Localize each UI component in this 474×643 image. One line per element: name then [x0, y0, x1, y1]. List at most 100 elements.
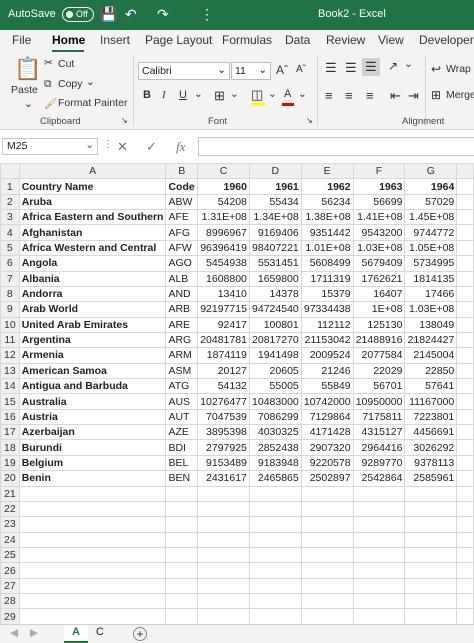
cell-e[interactable]: 2502897	[300, 470, 354, 487]
cell-a[interactable]	[18, 485, 167, 502]
cell-d[interactable]	[248, 531, 302, 548]
formula-input[interactable]	[198, 137, 474, 156]
row-header[interactable]: 15	[0, 393, 20, 410]
cell-c[interactable]: 1608800	[197, 270, 250, 287]
font-color-icon[interactable]: A	[284, 88, 291, 100]
cell-e[interactable]: 4171428	[300, 424, 354, 441]
cell-f[interactable]: 56699	[352, 193, 406, 211]
fill-color-dropdown-icon[interactable]: ⌄	[268, 88, 277, 100]
cell-g[interactable]	[404, 593, 458, 610]
row-header[interactable]: 22	[0, 500, 20, 518]
cell-c[interactable]: 2431617	[197, 470, 250, 487]
cell-f[interactable]	[352, 516, 406, 533]
cell-a[interactable]: Africa Eastern and Southern	[18, 209, 167, 226]
cell-b[interactable]	[165, 577, 199, 595]
underline-icon[interactable]: U	[179, 89, 187, 101]
tab-home[interactable]: Home	[52, 33, 85, 47]
orientation-dropdown-icon[interactable]: ⌄	[404, 58, 413, 70]
cell-b[interactable]: ARB	[165, 301, 199, 318]
cell-e[interactable]: 10742000	[300, 393, 354, 410]
cell-d[interactable]: 55434	[248, 193, 302, 211]
cell-e[interactable]: 5608499	[300, 255, 354, 272]
cell-h[interactable]	[456, 331, 474, 349]
cell-c[interactable]: 1.31E+08	[197, 209, 250, 226]
cell-c[interactable]: 3895398	[197, 424, 250, 441]
row-header[interactable]: 11	[0, 331, 20, 349]
font-color-dropdown-icon[interactable]: ⌄	[298, 88, 307, 100]
row-header[interactable]: 14	[0, 378, 20, 395]
cell-d[interactable]: 9169406	[248, 224, 302, 241]
tab-review[interactable]: Review	[326, 33, 365, 47]
formula-options-icon[interactable]: ⋮	[103, 139, 113, 150]
align-right-icon[interactable]: ≡	[366, 88, 374, 103]
cell-f[interactable]: 22029	[352, 362, 406, 380]
cell-c[interactable]	[197, 531, 250, 548]
cell-c[interactable]: 13410	[197, 285, 250, 303]
cell-g[interactable]: 4456691	[404, 424, 458, 441]
cell-a[interactable]	[18, 546, 167, 564]
cell-h[interactable]	[456, 408, 474, 426]
cell-a[interactable]: Angola	[18, 255, 167, 272]
cell-f[interactable]: 4315127	[352, 424, 406, 441]
fill-color-icon[interactable]: ◫	[251, 87, 263, 103]
cell-a[interactable]	[18, 531, 167, 548]
increase-font-icon[interactable]: Aˆ	[276, 63, 288, 77]
cell-b[interactable]: ARG	[165, 331, 199, 349]
tab-data[interactable]: Data	[285, 33, 310, 47]
cell-e[interactable]: 7129864	[300, 408, 354, 426]
cell-c[interactable]: 54208	[197, 193, 250, 211]
scroll-sheets-left-icon[interactable]: ◀	[10, 627, 18, 639]
cell-e[interactable]: 1962	[300, 178, 354, 195]
cell-a[interactable]: Benin	[18, 470, 167, 487]
row-header[interactable]: 19	[0, 454, 20, 472]
cell-e[interactable]	[300, 531, 354, 548]
cell-c[interactable]: 54132	[197, 378, 250, 395]
cell-c[interactable]: 20127	[197, 362, 250, 380]
cell-f[interactable]: 1E+08	[352, 301, 406, 318]
cell-f[interactable]: 16407	[352, 285, 406, 303]
cell-a[interactable]	[18, 500, 167, 518]
cell-f[interactable]	[352, 577, 406, 595]
cell-f[interactable]	[352, 608, 406, 624]
tab-developer[interactable]: Developer	[419, 33, 474, 47]
cell-e[interactable]: 2009524	[300, 347, 354, 364]
cell-b[interactable]: AFG	[165, 224, 199, 241]
cell-d[interactable]: 5531451	[248, 255, 302, 272]
cell-a[interactable]: Argentina	[18, 331, 167, 349]
cell-h[interactable]	[456, 393, 474, 410]
cell-b[interactable]	[165, 485, 199, 502]
cell-d[interactable]	[248, 500, 302, 518]
cell-e[interactable]	[300, 562, 354, 579]
tab-page-layout[interactable]: Page Layout	[145, 33, 212, 47]
cell-f[interactable]: 1.03E+08	[352, 239, 406, 257]
row-header[interactable]: 27	[0, 577, 20, 595]
cell-h[interactable]	[456, 454, 474, 472]
name-box[interactable]: M25 ⌄	[2, 138, 98, 155]
row-header[interactable]: 28	[0, 593, 20, 610]
cell-h[interactable]	[456, 500, 474, 518]
cell-e[interactable]: 55849	[300, 378, 354, 395]
cell-d[interactable]	[248, 562, 302, 579]
cell-g[interactable]: 1.05E+08	[404, 239, 458, 257]
cell-g[interactable]: 7223801	[404, 408, 458, 426]
row-header[interactable]: 25	[0, 546, 20, 564]
scroll-sheets-right-icon[interactable]: ▶	[30, 627, 38, 639]
cell-d[interactable]: 20605	[248, 362, 302, 380]
cell-h[interactable]	[456, 485, 474, 502]
redo-icon[interactable]: ↷	[157, 6, 169, 22]
row-header[interactable]: 17	[0, 424, 20, 441]
borders-dropdown-icon[interactable]: ⌄	[230, 88, 239, 100]
cell-e[interactable]: 1.01E+08	[300, 239, 354, 257]
row-header[interactable]: 18	[0, 439, 20, 456]
cell-d[interactable]: 1659800	[248, 270, 302, 287]
cell-b[interactable]	[165, 516, 199, 533]
cell-e[interactable]: 21246	[300, 362, 354, 380]
row-header[interactable]: 21	[0, 485, 20, 502]
row-header[interactable]: 10	[0, 316, 20, 333]
cell-a[interactable]: Aruba	[18, 193, 167, 211]
align-center-icon[interactable]: ≡	[345, 88, 353, 103]
cell-d[interactable]: 1941498	[248, 347, 302, 364]
align-left-icon[interactable]: ≡	[325, 88, 333, 103]
cell-g[interactable]: 9378113	[404, 454, 458, 472]
cell-d[interactable]: 2465865	[248, 470, 302, 487]
